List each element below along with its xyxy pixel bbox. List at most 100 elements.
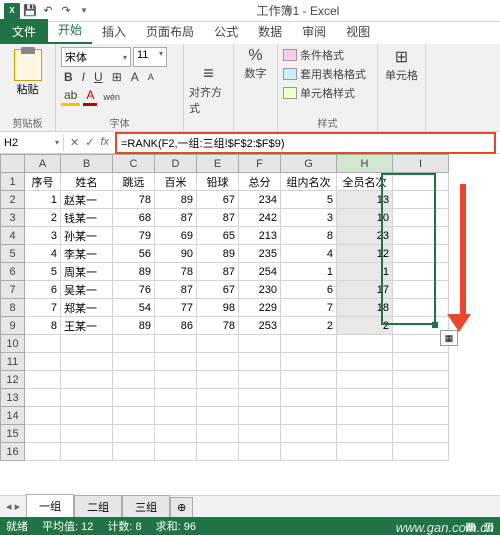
cell[interactable] [25, 389, 61, 407]
cell[interactable]: 68 [113, 209, 155, 227]
cell[interactable]: 69 [155, 227, 197, 245]
cell[interactable] [281, 371, 337, 389]
cell[interactable] [155, 389, 197, 407]
cell[interactable]: 18 [337, 299, 393, 317]
cell[interactable] [239, 353, 281, 371]
cell[interactable]: 1 [337, 263, 393, 281]
cell[interactable]: 230 [239, 281, 281, 299]
cell[interactable] [393, 407, 449, 425]
cell[interactable] [25, 443, 61, 461]
cell[interactable]: 89 [113, 317, 155, 335]
cell[interactable]: 235 [239, 245, 281, 263]
cell[interactable] [113, 407, 155, 425]
sheet-tab-3[interactable]: 三组 [122, 495, 170, 518]
row-header-14[interactable]: 14 [1, 407, 25, 425]
number-button[interactable]: % 数字 [239, 47, 272, 81]
cell[interactable]: 86 [155, 317, 197, 335]
cell[interactable]: 90 [155, 245, 197, 263]
cell[interactable] [155, 353, 197, 371]
cell[interactable]: 78 [155, 263, 197, 281]
cell[interactable]: 89 [155, 191, 197, 209]
cell[interactable] [197, 389, 239, 407]
cell[interactable] [61, 371, 113, 389]
cell[interactable]: 6 [281, 281, 337, 299]
header-cell[interactable]: 组内名次 [281, 173, 337, 191]
cell[interactable] [113, 443, 155, 461]
cell[interactable] [155, 425, 197, 443]
cell[interactable] [281, 425, 337, 443]
paste-button[interactable]: 粘贴 [5, 47, 50, 99]
cell[interactable]: 254 [239, 263, 281, 281]
col-header-I[interactable]: I [393, 155, 449, 173]
cell[interactable]: 3 [25, 227, 61, 245]
font-color-button[interactable]: A [83, 87, 97, 106]
cell[interactable]: 79 [113, 227, 155, 245]
cell[interactable] [113, 389, 155, 407]
col-header-E[interactable]: E [197, 155, 239, 173]
name-box[interactable]: H2▾ [0, 135, 64, 151]
tab-view[interactable]: 视图 [336, 19, 380, 44]
row-header-1[interactable]: 1 [1, 173, 25, 191]
row-header-11[interactable]: 11 [1, 353, 25, 371]
cell[interactable] [239, 389, 281, 407]
cell[interactable]: 3 [281, 209, 337, 227]
confirm-icon[interactable]: ✓ [85, 136, 94, 149]
font-name-select[interactable]: 宋体▾ [61, 47, 131, 67]
cell[interactable]: 7 [281, 299, 337, 317]
autofill-options-icon[interactable]: ▦ [440, 330, 458, 346]
header-cell[interactable]: 姓名 [61, 173, 113, 191]
cell[interactable]: 65 [197, 227, 239, 245]
cell[interactable]: 78 [113, 191, 155, 209]
cell[interactable] [113, 371, 155, 389]
spreadsheet-grid[interactable]: ABCDEFGHI1序号姓名跳远百米铅球总分组内名次全员名次21赵某一78896… [0, 154, 500, 461]
cell[interactable] [113, 335, 155, 353]
tab-insert[interactable]: 插入 [92, 19, 136, 44]
cell[interactable] [155, 371, 197, 389]
row-header-16[interactable]: 16 [1, 443, 25, 461]
cell[interactable] [337, 425, 393, 443]
cell[interactable] [61, 353, 113, 371]
cell[interactable] [281, 443, 337, 461]
cell[interactable] [393, 371, 449, 389]
row-header-13[interactable]: 13 [1, 389, 25, 407]
header-cell[interactable]: 全员名次 [337, 173, 393, 191]
cell[interactable]: 13 [337, 191, 393, 209]
cell[interactable]: 89 [113, 263, 155, 281]
cell[interactable] [197, 371, 239, 389]
cell[interactable]: 2 [25, 209, 61, 227]
cells-button[interactable]: ⊞ 单元格 [383, 47, 420, 83]
cell[interactable]: 郑某一 [61, 299, 113, 317]
header-cell[interactable]: 序号 [25, 173, 61, 191]
cell[interactable]: 1 [281, 263, 337, 281]
cell[interactable]: 12 [337, 245, 393, 263]
cell[interactable] [281, 389, 337, 407]
cell[interactable] [337, 389, 393, 407]
cell[interactable]: 吴某一 [61, 281, 113, 299]
conditional-format-button[interactable]: 条件格式 [283, 47, 372, 63]
cell[interactable] [197, 353, 239, 371]
cell[interactable] [239, 425, 281, 443]
cell[interactable]: 钱某一 [61, 209, 113, 227]
cell[interactable]: 89 [197, 245, 239, 263]
col-header-C[interactable]: C [113, 155, 155, 173]
row-header-3[interactable]: 3 [1, 209, 25, 227]
cell[interactable]: 孙某一 [61, 227, 113, 245]
format-table-button[interactable]: 套用表格格式 [283, 66, 372, 82]
col-header-A[interactable]: A [25, 155, 61, 173]
cell[interactable] [197, 335, 239, 353]
cell[interactable]: 213 [239, 227, 281, 245]
row-header-12[interactable]: 12 [1, 371, 25, 389]
phonetic-button[interactable]: wén [100, 91, 123, 103]
cell[interactable] [393, 353, 449, 371]
cell[interactable] [393, 425, 449, 443]
cell[interactable] [337, 407, 393, 425]
cell[interactable]: 2 [281, 317, 337, 335]
cell[interactable]: 赵某一 [61, 191, 113, 209]
cell[interactable] [61, 425, 113, 443]
cell[interactable]: 98 [197, 299, 239, 317]
tab-home[interactable]: 开始 [48, 17, 92, 44]
cell[interactable]: 23 [337, 227, 393, 245]
cell[interactable] [197, 425, 239, 443]
cell[interactable] [155, 407, 197, 425]
cell[interactable] [155, 335, 197, 353]
